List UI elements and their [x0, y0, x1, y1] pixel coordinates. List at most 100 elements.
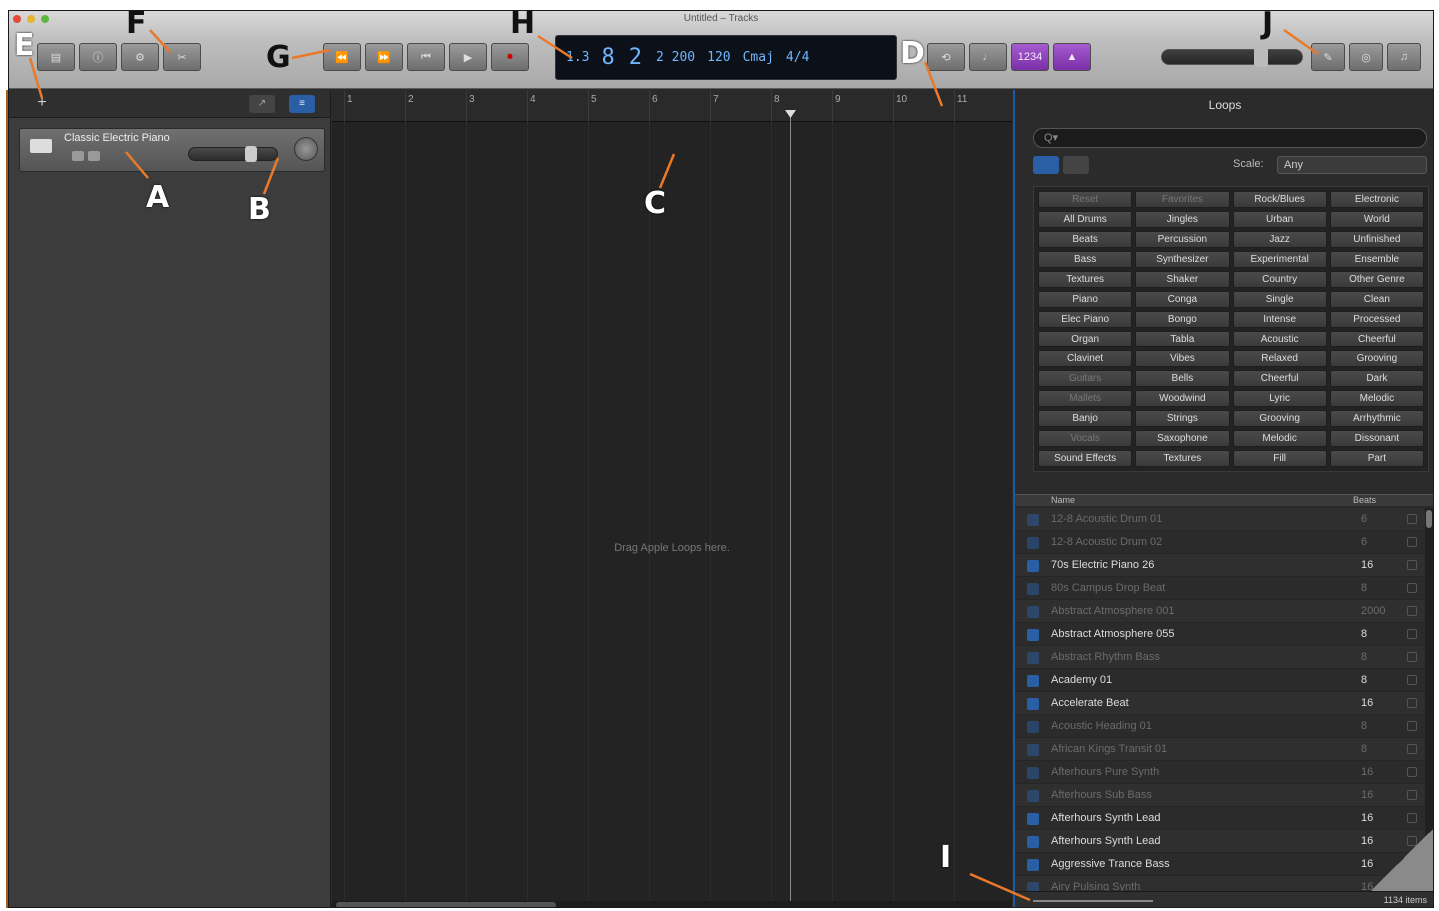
loop-search-input[interactable]: Q▾ [1033, 128, 1427, 148]
mute-button[interactable] [72, 151, 84, 161]
favorite-checkbox[interactable] [1407, 652, 1417, 662]
keyword-button[interactable]: Sound Effects [1038, 450, 1133, 467]
keyword-button[interactable]: Country [1232, 270, 1327, 288]
lcd-display[interactable]: 1.3 8 2 2 200 120 Cmaj 4/4 [555, 35, 897, 80]
keyword-button[interactable]: All Drums [1038, 210, 1133, 228]
keyword-button[interactable]: Melodic [1232, 430, 1327, 448]
keyword-button[interactable]: Bongo [1135, 310, 1230, 328]
keyword-button[interactable]: Banjo [1038, 410, 1133, 428]
keyword-button[interactable]: Guitars [1038, 370, 1133, 388]
horizontal-scrollbar[interactable] [332, 901, 1012, 907]
loop-row[interactable]: Afterhours Synth Lead 16 [1015, 830, 1425, 853]
loop-row[interactable]: 70s Electric Piano 26 16 [1015, 554, 1425, 577]
keyword-button[interactable]: Piano [1038, 290, 1133, 308]
keyword-button[interactable]: Woodwind [1135, 390, 1230, 408]
loop-row[interactable]: Afterhours Pure Synth 16 [1015, 761, 1425, 784]
solo-button[interactable] [88, 151, 100, 161]
keyword-button[interactable]: Arrhythmic [1329, 410, 1424, 428]
loop-row[interactable]: Academy 01 8 [1015, 669, 1425, 692]
loop-row[interactable]: 80s Campus Drop Beat 8 [1015, 577, 1425, 600]
keyword-button[interactable]: Beats [1038, 230, 1133, 248]
favorite-checkbox[interactable] [1407, 675, 1417, 685]
favorite-checkbox[interactable] [1407, 583, 1417, 593]
button-view-button[interactable] [1033, 156, 1059, 174]
keyword-button[interactable]: Fill [1232, 450, 1327, 467]
horizontal-scroll-thumb[interactable] [336, 902, 556, 907]
keyword-button[interactable]: Bells [1135, 370, 1230, 388]
keyword-button[interactable]: Cheerful [1329, 330, 1424, 348]
keyword-button[interactable]: Ensemble [1329, 250, 1424, 268]
favorite-checkbox[interactable] [1407, 767, 1417, 777]
tuner-button[interactable]: ♩ [969, 43, 1007, 71]
keyword-button[interactable]: Urban [1232, 210, 1327, 228]
metronome-button[interactable]: ▲ [1053, 43, 1091, 71]
keyword-button[interactable]: Textures [1038, 270, 1133, 288]
keyword-button[interactable]: World [1329, 210, 1424, 228]
keyword-button[interactable]: Elec Piano [1038, 310, 1133, 328]
go-to-beginning-button[interactable]: ⏮ [407, 43, 445, 71]
loop-row[interactable]: Abstract Rhythm Bass 8 [1015, 646, 1425, 669]
keyword-button[interactable]: Dark [1329, 370, 1424, 388]
beats-column-header[interactable]: Beats [1353, 495, 1376, 505]
keyword-button[interactable]: Conga [1135, 290, 1230, 308]
keyword-button[interactable]: Rock/Blues [1232, 191, 1327, 208]
favorite-checkbox[interactable] [1407, 537, 1417, 547]
favorite-checkbox[interactable] [1407, 514, 1417, 524]
loop-row[interactable]: Afterhours Synth Lead 16 [1015, 807, 1425, 830]
catch-playhead-button[interactable]: ↗ [249, 95, 275, 113]
loop-row[interactable]: Afterhours Sub Bass 16 [1015, 784, 1425, 807]
media-browser-button[interactable]: ♫ [1387, 43, 1421, 71]
keyword-button[interactable]: Intense [1232, 310, 1327, 328]
loop-row[interactable]: Abstract Atmosphere 055 8 [1015, 623, 1425, 646]
favorite-checkbox[interactable] [1407, 606, 1417, 616]
keyword-button[interactable]: Tabla [1135, 330, 1230, 348]
keyword-button[interactable]: Shaker [1135, 270, 1230, 288]
keyword-button[interactable]: Synthesizer [1135, 250, 1230, 268]
loop-row[interactable]: Accelerate Beat 16 [1015, 692, 1425, 715]
master-volume-slider[interactable] [1161, 47, 1303, 67]
quick-help-button[interactable]: ⓘ [79, 43, 117, 71]
editors-button[interactable]: ✂ [163, 43, 201, 71]
record-button[interactable]: ⏺ [491, 43, 529, 71]
favorite-checkbox[interactable] [1407, 721, 1417, 731]
column-view-button[interactable] [1063, 156, 1089, 174]
keyword-button[interactable]: Lyric [1232, 390, 1327, 408]
loop-row[interactable]: Acoustic Heading 01 8 [1015, 715, 1425, 738]
keyword-button[interactable]: Acoustic [1232, 330, 1327, 348]
count-in-button[interactable]: 1234 [1011, 43, 1049, 71]
keyword-button[interactable]: Experimental [1232, 250, 1327, 268]
keyword-button[interactable]: Grooving [1329, 350, 1424, 368]
results-scroll-thumb[interactable] [1426, 510, 1432, 528]
keyword-button[interactable]: Vocals [1038, 430, 1133, 448]
keyword-button[interactable]: Vibes [1135, 350, 1230, 368]
keyword-button[interactable]: Jingles [1135, 210, 1230, 228]
library-button[interactable]: ▤ [37, 43, 75, 71]
loop-row[interactable]: Abstract Atmosphere 001 2000 [1015, 600, 1425, 623]
track-volume-slider[interactable] [188, 146, 278, 162]
favorite-checkbox[interactable] [1407, 790, 1417, 800]
ruler[interactable]: 1 2 3 4 5 6 7 8 9 10 11 [332, 90, 1012, 122]
loop-browser-button[interactable]: ◎ [1349, 43, 1383, 71]
scale-select[interactable]: Any [1277, 156, 1427, 174]
keyword-button[interactable]: Clavinet [1038, 350, 1133, 368]
keyword-button[interactable]: Mallets [1038, 390, 1133, 408]
keyword-button[interactable]: Single [1232, 290, 1327, 308]
track-pan-knob[interactable] [294, 137, 318, 161]
track-header[interactable]: Classic Electric Piano [19, 128, 325, 172]
keyword-button[interactable]: Unfinished [1329, 230, 1424, 248]
smart-controls-button[interactable]: ⚙ [121, 43, 159, 71]
keyword-button[interactable]: Dissonant [1329, 430, 1424, 448]
keyword-button[interactable]: Part [1329, 450, 1424, 467]
keyword-button[interactable]: Grooving [1232, 410, 1327, 428]
keyword-button[interactable]: Clean [1329, 290, 1424, 308]
play-button[interactable]: ▶ [449, 43, 487, 71]
loop-row[interactable]: 12-8 Acoustic Drum 02 6 [1015, 531, 1425, 554]
keyword-button[interactable]: Processed [1329, 310, 1424, 328]
favorite-checkbox[interactable] [1407, 813, 1417, 823]
track-volume-knob[interactable] [245, 146, 257, 162]
favorite-checkbox[interactable] [1407, 698, 1417, 708]
keyword-button[interactable]: Other Genre [1329, 270, 1424, 288]
keyword-button[interactable]: Cheerful [1232, 370, 1327, 388]
cycle-button[interactable]: ⟲ [927, 43, 965, 71]
keyword-button[interactable]: Favorites [1135, 191, 1230, 208]
